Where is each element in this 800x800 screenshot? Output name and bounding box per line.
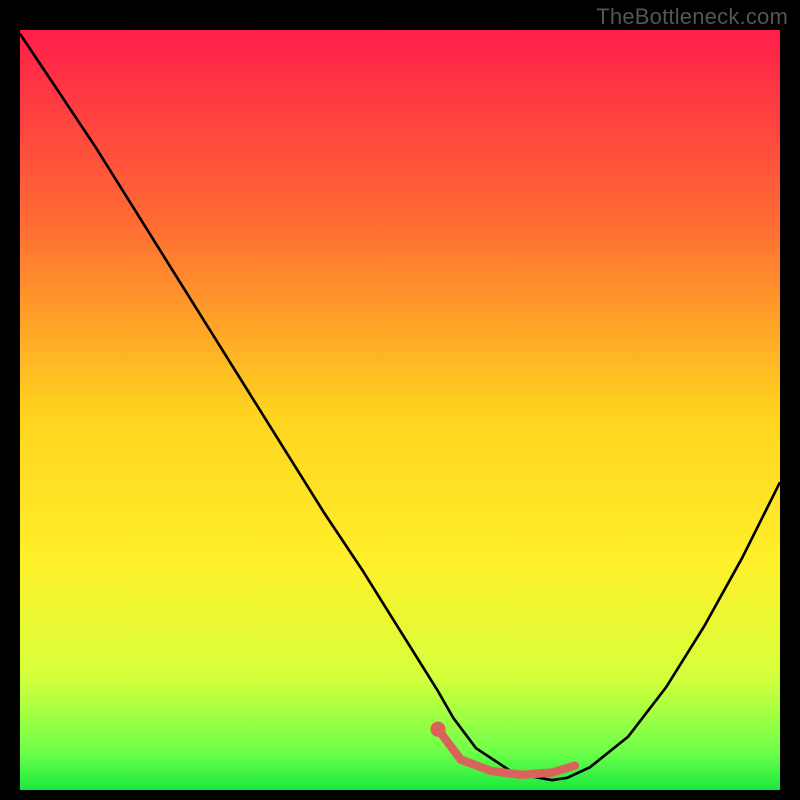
plot-area (20, 30, 780, 790)
chart-background (20, 30, 780, 790)
optimal-start-dot (430, 722, 445, 737)
chart-svg (20, 30, 780, 790)
chart-root: TheBottleneck.com (0, 0, 800, 800)
watermark-text: TheBottleneck.com (596, 4, 788, 30)
